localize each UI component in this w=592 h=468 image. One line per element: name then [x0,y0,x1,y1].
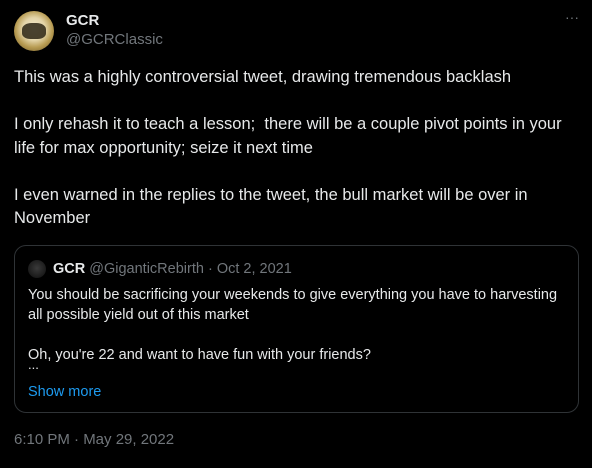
quoted-author-avatar [28,260,46,278]
avatar-image [22,23,46,39]
author-display-name[interactable]: GCR [66,12,99,30]
show-more-link[interactable]: Show more [28,383,101,401]
quoted-tweet[interactable]: GCR @GiganticRebirth · Oct 2, 2021 You s… [14,245,579,413]
author-avatar[interactable] [14,11,54,51]
tweet-paragraph: I only rehash it to teach a lesson; ther… [14,115,567,157]
more-horizontal-icon[interactable]: ··· [560,10,584,32]
tweet-timestamp[interactable]: 6:10 PM · May 29, 2022 [14,431,174,449]
quoted-paragraph: Oh, you're 22 and want to have fun with … [28,347,371,363]
author-handle[interactable]: @GCRClassic [66,31,163,49]
tweet-paragraph: I even warned in the replies to the twee… [14,185,533,228]
quoted-tweet-header: GCR @GiganticRebirth · Oct 2, 2021 [53,260,292,278]
tweet-card: GCR @GCRClassic ··· This was a highly co… [0,0,592,468]
header-separator: · [207,261,213,277]
quoted-author-display-name: GCR [53,261,86,277]
tweet-paragraph: This was a highly controversial tweet, d… [14,68,512,86]
quoted-author-handle: @GiganticRebirth [89,261,204,277]
quoted-paragraph: You should be sacrificing your weekends … [28,287,562,323]
tweet-text: This was a highly controversial tweet, d… [14,66,580,231]
quoted-tweet-date: Oct 2, 2021 [216,261,292,277]
quoted-tweet-text: You should be sacrificing your weekends … [28,285,568,385]
truncation-ellipsis: ... [28,357,39,372]
